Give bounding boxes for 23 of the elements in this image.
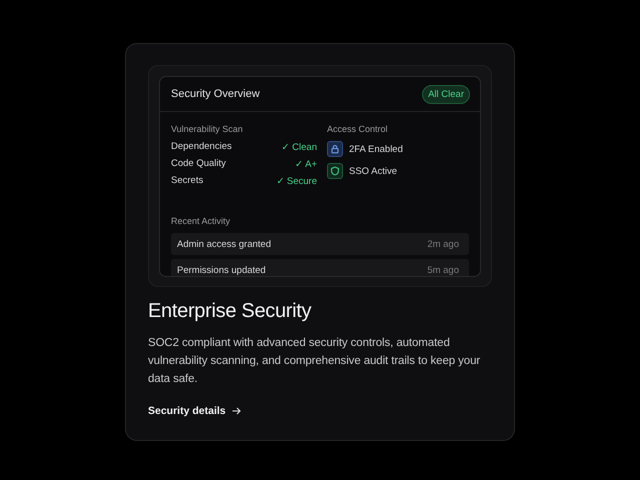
check-label: Code Quality — [171, 158, 226, 170]
check-status: ✓ Secure — [276, 175, 317, 187]
check-label: Dependencies — [171, 141, 232, 153]
lock-icon — [327, 141, 343, 157]
panel-title: Security Overview — [171, 88, 260, 100]
security-details-link[interactable]: Security details — [148, 405, 241, 417]
check-status: ✓ Clean — [282, 141, 317, 153]
access-label: SSO Active — [349, 166, 398, 176]
section-label: Recent Activity — [171, 216, 232, 226]
activity-event: Permissions updated — [177, 264, 266, 276]
check-status: ✓ A+ — [295, 158, 317, 170]
section-label: Vulnerability Scan — [171, 124, 244, 134]
section-label: Access Control — [327, 124, 389, 134]
activity-event: Admin access granted — [177, 238, 271, 250]
activity-time: 5m ago — [427, 264, 459, 276]
shield-icon — [327, 163, 343, 179]
arrow-right-icon — [232, 407, 241, 415]
check-label: Secrets — [171, 175, 204, 187]
access-label: 2FA Enabled — [349, 144, 403, 154]
status-badge: All Clear — [422, 84, 470, 104]
card-description: SOC2 compliant with advanced security controls, automated vulnerability scanning, and comprehensive audit trails to keep your data safe. — [148, 336, 482, 387]
card-title: Enterprise Security — [148, 300, 312, 323]
activity-time: 2m ago — [427, 238, 459, 250]
